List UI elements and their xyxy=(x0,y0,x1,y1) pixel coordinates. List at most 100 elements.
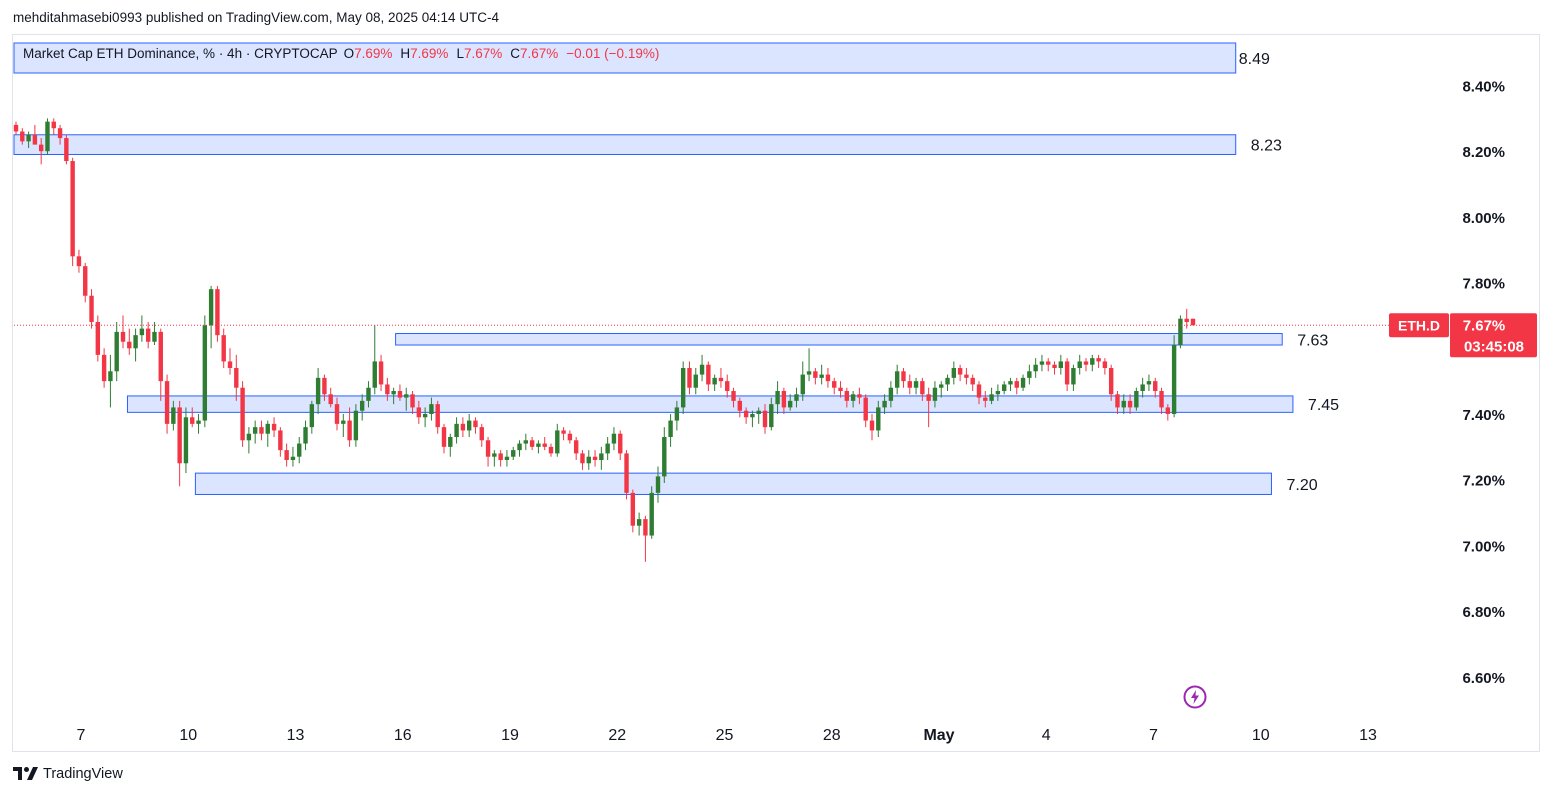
candle-body xyxy=(731,391,736,401)
y-tick-label: 8.40% xyxy=(1462,79,1505,96)
candle-body xyxy=(479,427,484,441)
candle xyxy=(441,423,447,454)
candle xyxy=(372,325,377,395)
candle xyxy=(208,285,214,349)
zone-7-45-label: 7.45 xyxy=(1308,397,1339,414)
tradingview-logo[interactable]: TradingView xyxy=(13,766,123,782)
candle xyxy=(819,364,824,385)
candle xyxy=(158,328,163,401)
candle-body xyxy=(38,144,44,152)
zone-8-49-label: 8.49 xyxy=(1239,51,1270,68)
candle-body xyxy=(592,456,598,460)
candle xyxy=(561,427,566,441)
candle xyxy=(164,374,170,434)
candle-body xyxy=(901,371,906,382)
candle-body xyxy=(26,134,31,142)
candle-body xyxy=(643,519,648,536)
candle-body xyxy=(1064,361,1070,385)
candle-body xyxy=(1134,391,1139,408)
candle-body xyxy=(939,384,944,388)
candle-body xyxy=(498,453,503,460)
candle-body xyxy=(158,331,163,382)
candle-body xyxy=(699,364,705,375)
candle xyxy=(221,328,226,369)
x-tick-label: May xyxy=(923,727,954,744)
candle-body xyxy=(1108,368,1114,395)
candle-body xyxy=(888,387,894,401)
candle-body xyxy=(511,450,516,457)
candle-body xyxy=(215,289,220,336)
footer-brand: TradingView xyxy=(43,766,123,782)
candle-body xyxy=(328,394,333,405)
candle-body xyxy=(775,391,780,405)
candle-body xyxy=(265,423,270,434)
candle xyxy=(89,289,94,329)
candle-body xyxy=(706,364,711,385)
candle-body xyxy=(397,391,403,398)
candle xyxy=(347,407,352,447)
candle xyxy=(869,414,875,441)
candle-body xyxy=(1115,394,1120,408)
lightning-icon[interactable] xyxy=(1183,685,1207,709)
candle xyxy=(662,427,667,483)
candle xyxy=(120,315,126,349)
candle xyxy=(832,377,837,395)
candle-body xyxy=(668,420,673,437)
candle-body xyxy=(196,420,201,424)
candle xyxy=(523,433,529,451)
candle-body xyxy=(624,453,629,493)
candle xyxy=(51,118,56,135)
candle xyxy=(473,417,478,434)
candle xyxy=(1134,387,1139,411)
candle-body xyxy=(712,377,717,385)
candle-body xyxy=(133,335,138,349)
candle xyxy=(907,374,912,395)
candle-body xyxy=(1159,391,1164,408)
symbol-tag: ETH.D xyxy=(1398,317,1440,333)
candle xyxy=(611,427,617,451)
candle xyxy=(511,446,516,460)
candle xyxy=(592,450,598,467)
candle-body xyxy=(976,384,982,398)
candle xyxy=(45,118,50,155)
candle-body xyxy=(83,266,88,296)
candle-body xyxy=(1046,361,1051,365)
candle-body xyxy=(1190,318,1196,326)
candle xyxy=(284,443,289,467)
candle xyxy=(133,328,138,362)
candle-body xyxy=(378,361,384,385)
candle xyxy=(215,285,220,342)
candle xyxy=(303,420,308,451)
candle-body xyxy=(1077,361,1082,369)
candle xyxy=(542,436,547,451)
candle-body xyxy=(813,371,818,378)
y-tick-label: 7.00% xyxy=(1462,538,1505,555)
price-tag-countdown: 03:45:08 xyxy=(1464,338,1524,355)
candle-body xyxy=(850,394,856,401)
candle-body xyxy=(567,433,573,441)
candle xyxy=(580,450,585,470)
candle-body xyxy=(932,387,938,401)
candle-body xyxy=(718,377,724,382)
candle-body xyxy=(64,138,69,162)
candle-body xyxy=(611,433,617,444)
candle xyxy=(1171,335,1177,418)
candle-body xyxy=(536,443,541,447)
candle-body xyxy=(303,427,308,444)
candle-body xyxy=(448,436,453,447)
candle-body xyxy=(202,325,208,421)
candle xyxy=(599,446,604,470)
legend-low: 7.67% xyxy=(463,46,503,61)
candle-body xyxy=(970,377,975,385)
candle-body xyxy=(341,420,346,424)
candle xyxy=(127,328,132,355)
candle xyxy=(863,394,868,428)
candle xyxy=(649,486,654,539)
candle-body xyxy=(183,417,189,464)
candlestick-chart[interactable]: 8.49 8.23 7.63 7.45 7.20 8.40% 8.20% 8.00% 7.80… xyxy=(0,0,1554,798)
candle xyxy=(95,315,101,362)
legend-c-label: C xyxy=(510,46,520,61)
candle xyxy=(32,124,38,145)
candle xyxy=(13,121,19,135)
candle-body xyxy=(1058,361,1064,369)
